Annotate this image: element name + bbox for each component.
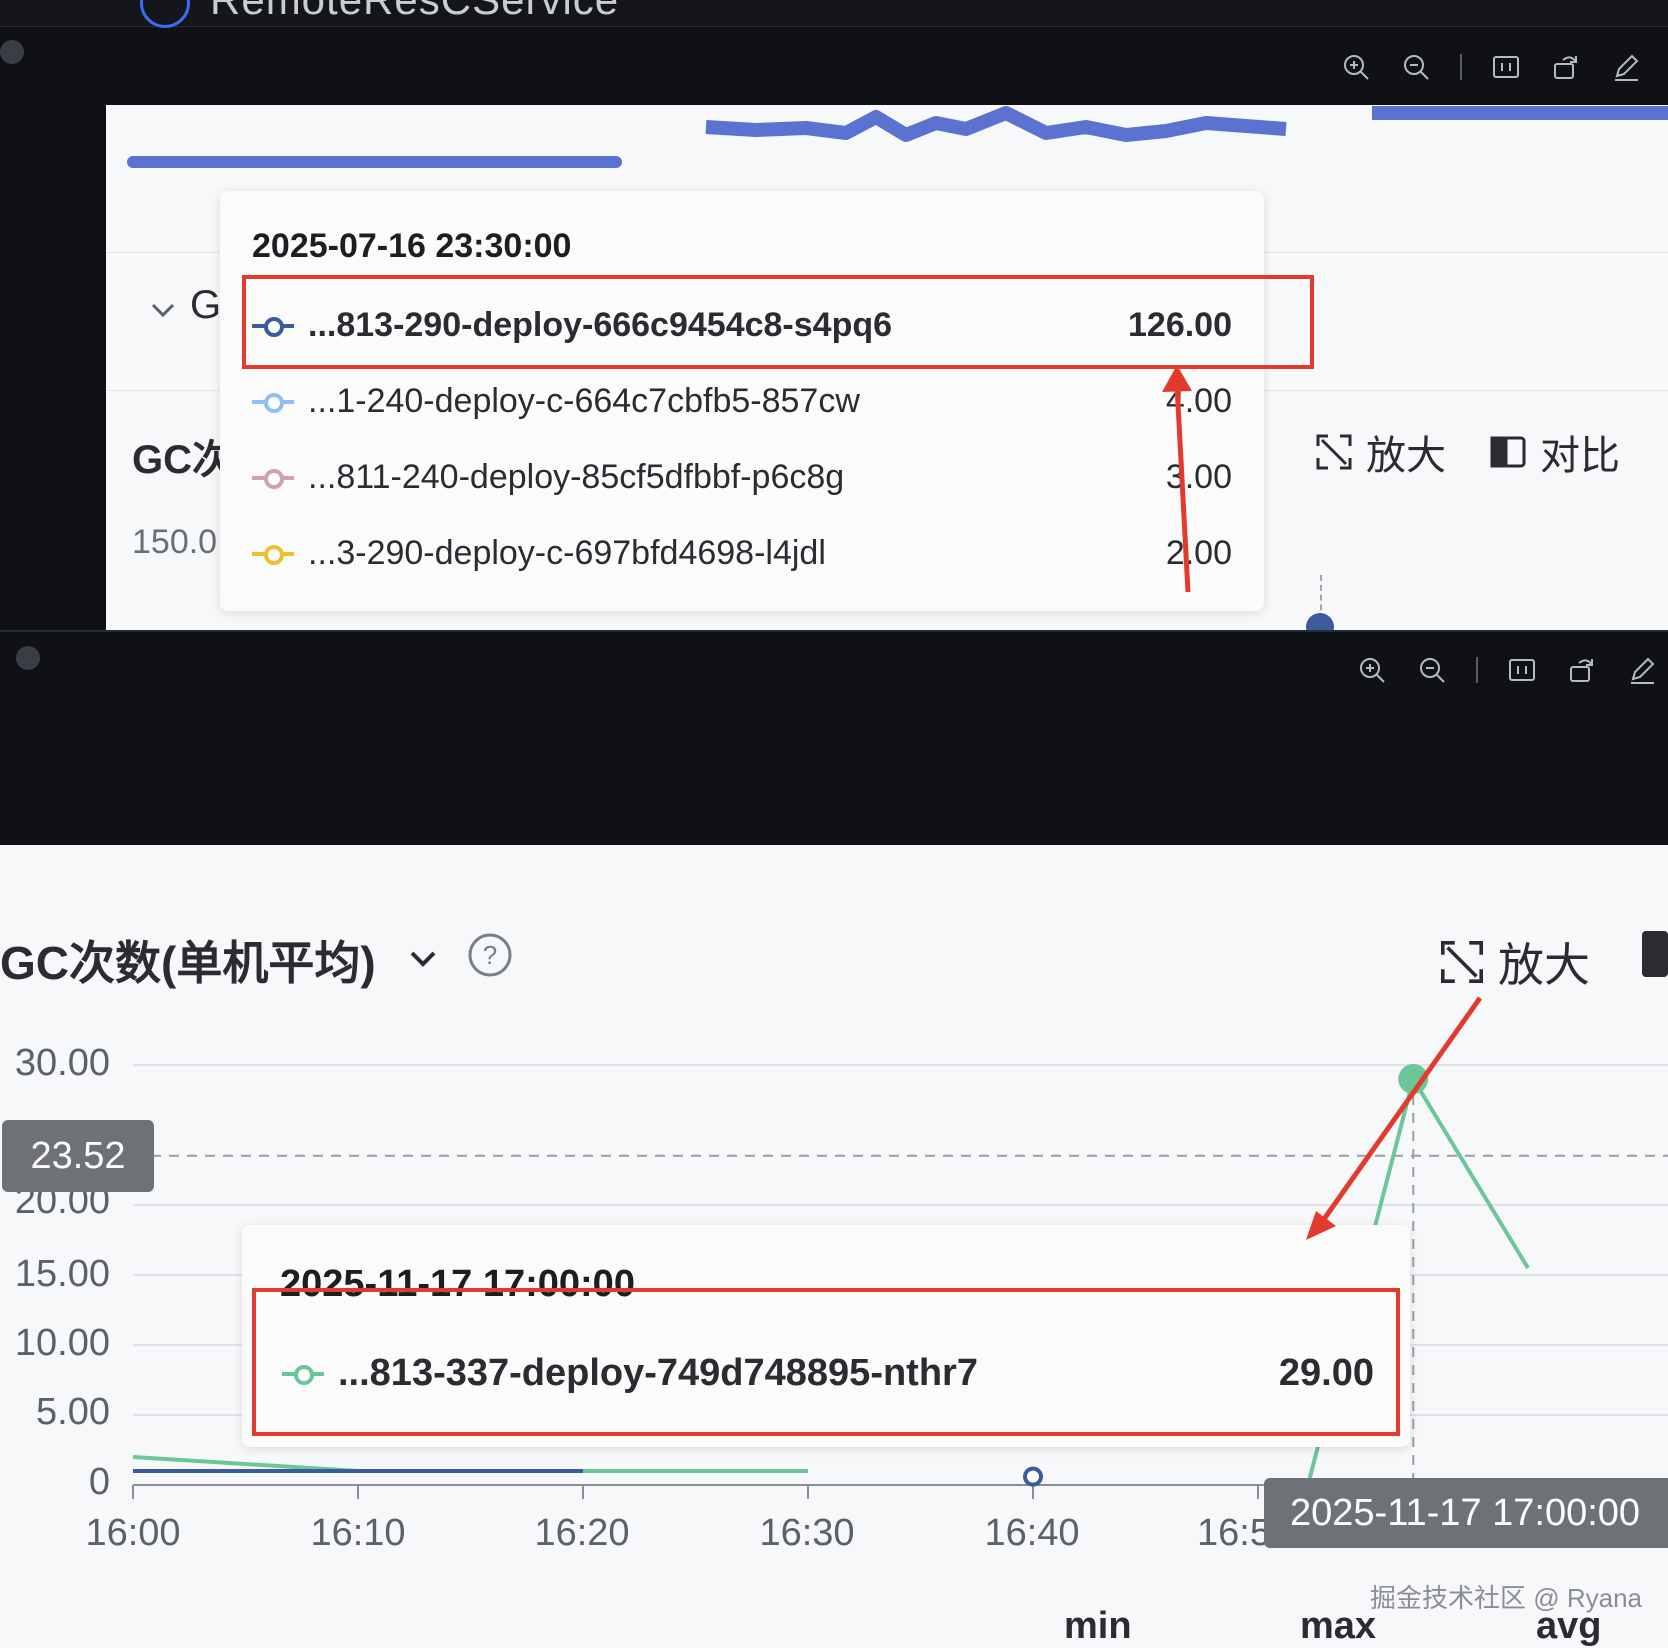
annotation-arrow-2 xyxy=(1319,996,1483,1224)
annotation-layer-2 xyxy=(1306,996,1483,1240)
arrow-head-icon xyxy=(1306,1211,1336,1240)
